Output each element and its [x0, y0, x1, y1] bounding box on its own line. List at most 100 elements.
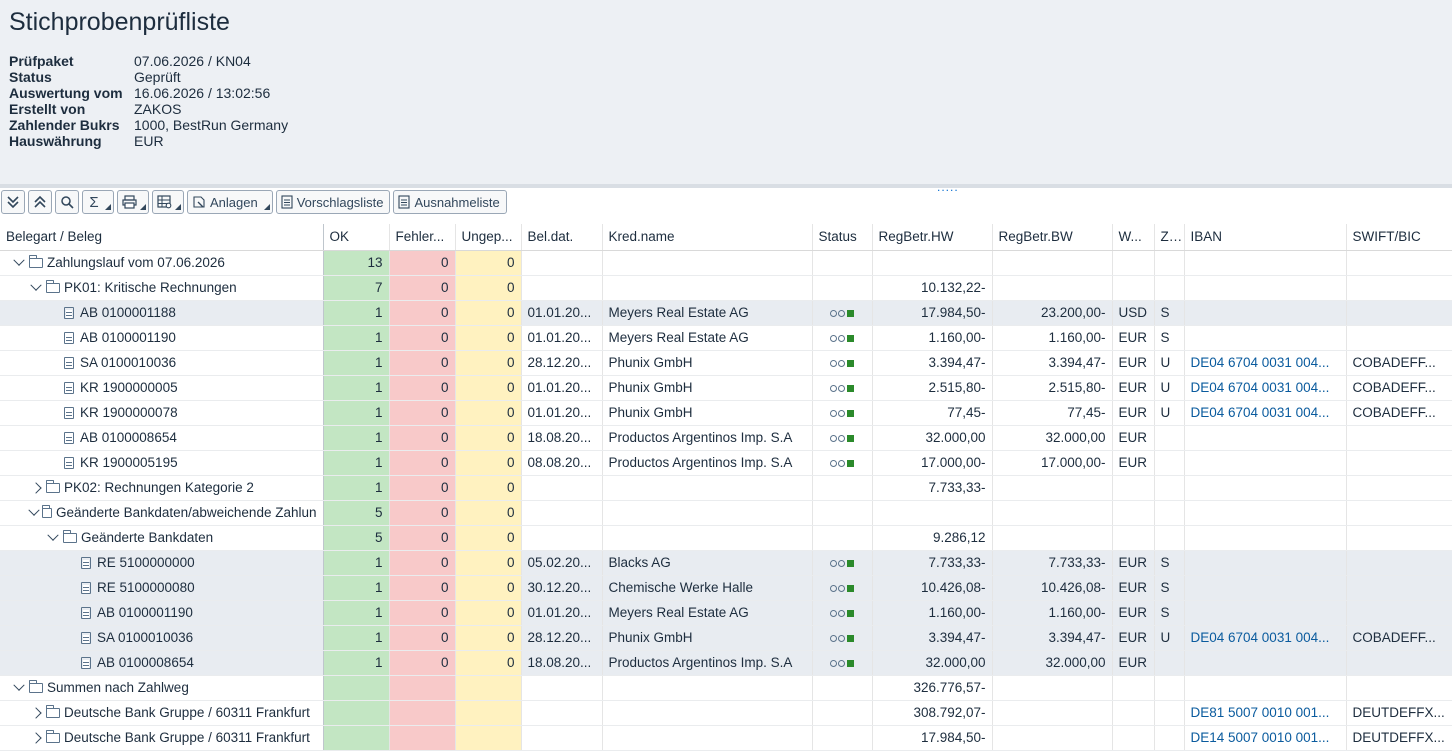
cell-swift[interactable]: [1346, 475, 1452, 501]
cell-fehler[interactable]: 0: [389, 525, 456, 551]
cell-status[interactable]: [812, 600, 873, 626]
cell-beldat[interactable]: [521, 275, 603, 301]
cell-iban[interactable]: [1184, 525, 1347, 551]
cell-kredname[interactable]: Blacks AG: [602, 550, 813, 576]
cell-beldat[interactable]: 18.08.20...: [521, 425, 603, 451]
cell-ok[interactable]: 1: [323, 550, 390, 576]
cell-regbetr-bw[interactable]: [992, 500, 1113, 526]
cell-swift[interactable]: COBADEFF...: [1346, 400, 1452, 426]
expander-closed-icon[interactable]: [29, 706, 43, 720]
col-header-kredname[interactable]: Kred.name: [602, 224, 813, 251]
cell-regbetr-bw[interactable]: 17.000,00-: [992, 450, 1113, 476]
cell-kredname[interactable]: Chemische Werke Halle: [602, 575, 813, 601]
cell-kredname[interactable]: [602, 250, 813, 276]
cell-waehrung[interactable]: EUR: [1112, 400, 1155, 426]
cell-iban[interactable]: DE04 6704 0031 004...: [1184, 400, 1347, 426]
expander-open-icon[interactable]: [12, 256, 26, 270]
cell-fehler[interactable]: 0: [389, 400, 456, 426]
cell-regbetr-bw[interactable]: 1.160,00-: [992, 600, 1113, 626]
cell-iban[interactable]: DE04 6704 0031 004...: [1184, 375, 1347, 401]
table-row[interactable]: AB 0100001188 1 0 0 01.01.20... Meyers Real E…: [0, 300, 1452, 326]
cell-ok[interactable]: [323, 675, 390, 701]
iban-link[interactable]: DE04 6704 0031 004...: [1191, 405, 1330, 420]
cell-waehrung[interactable]: [1112, 475, 1155, 501]
table-row[interactable]: RE 5100000080 1 0 0 30.12.20... Chemische Wer…: [0, 575, 1452, 601]
cell-belegart[interactable]: AB 0100008654: [0, 650, 324, 676]
cell-regbetr-hw[interactable]: 3.394,47-: [872, 350, 993, 376]
cell-kredname[interactable]: Productos Argentinos Imp. S.A: [602, 650, 813, 676]
cell-status[interactable]: [812, 250, 873, 276]
cell-ok[interactable]: 1: [323, 650, 390, 676]
cell-ungeprueft[interactable]: 0: [455, 475, 522, 501]
cell-regbetr-hw[interactable]: 9.286,12: [872, 525, 993, 551]
col-header-regbetr-hw[interactable]: RegBetr.HW: [872, 224, 993, 251]
cell-fehler[interactable]: 0: [389, 300, 456, 326]
cell-regbetr-hw[interactable]: 7.733,33-: [872, 475, 993, 501]
expander-closed-icon[interactable]: [29, 481, 43, 495]
table-row[interactable]: AB 0100001190 1 0 0 01.01.20... Meyers Real E…: [0, 325, 1452, 351]
table-row[interactable]: Geänderte Bankdaten/abweichende Zahlun 5 0…: [0, 500, 1452, 526]
cell-swift[interactable]: COBADEFF...: [1346, 350, 1452, 376]
cell-ok[interactable]: 1: [323, 575, 390, 601]
cell-belegart[interactable]: AB 0100001188: [0, 300, 324, 326]
cell-kredname[interactable]: [602, 500, 813, 526]
cell-waehrung[interactable]: [1112, 500, 1155, 526]
cell-iban[interactable]: [1184, 600, 1347, 626]
cell-status[interactable]: [812, 700, 873, 726]
col-header-waehrung[interactable]: W...: [1112, 224, 1155, 251]
cell-zahlweg[interactable]: [1154, 250, 1185, 276]
cell-belegart[interactable]: Deutsche Bank Gruppe / 60311 Frankfurt: [0, 725, 324, 751]
col-header-status[interactable]: Status: [812, 224, 873, 251]
expander-open-icon[interactable]: [46, 531, 60, 545]
cell-regbetr-hw[interactable]: 2.515,80-: [872, 375, 993, 401]
cell-swift[interactable]: [1346, 525, 1452, 551]
cell-zahlweg[interactable]: [1154, 725, 1185, 751]
cell-zahlweg[interactable]: [1154, 525, 1185, 551]
cell-regbetr-bw[interactable]: 2.515,80-: [992, 375, 1113, 401]
col-header-beldat[interactable]: Bel.dat.: [521, 224, 603, 251]
cell-ungeprueft[interactable]: 0: [455, 525, 522, 551]
cell-iban[interactable]: [1184, 675, 1347, 701]
cell-swift[interactable]: [1346, 425, 1452, 451]
cell-iban[interactable]: [1184, 500, 1347, 526]
cell-belegart[interactable]: SA 0100010036: [0, 350, 324, 376]
cell-iban[interactable]: [1184, 550, 1347, 576]
cell-iban[interactable]: [1184, 300, 1347, 326]
cell-waehrung[interactable]: [1112, 250, 1155, 276]
cell-fehler[interactable]: 0: [389, 375, 456, 401]
cell-swift[interactable]: DEUTDEFFX...: [1346, 725, 1452, 751]
cell-regbetr-hw[interactable]: 1.160,00-: [872, 325, 993, 351]
cell-status[interactable]: [812, 300, 873, 326]
cell-zahlweg[interactable]: U: [1154, 350, 1185, 376]
table-row[interactable]: SA 0100010036 1 0 0 28.12.20... Phunix GmbH 3.…: [0, 625, 1452, 651]
cell-regbetr-bw[interactable]: 32.000,00: [992, 650, 1113, 676]
cell-ok[interactable]: 7: [323, 275, 390, 301]
sum-button[interactable]: Σ: [82, 190, 114, 214]
table-row[interactable]: PK01: Kritische Rechnungen 7 0 0 10.132,22-: [0, 275, 1452, 301]
cell-zahlweg[interactable]: S: [1154, 300, 1185, 326]
cell-status[interactable]: [812, 575, 873, 601]
cell-regbetr-bw[interactable]: [992, 475, 1113, 501]
cell-waehrung[interactable]: EUR: [1112, 375, 1155, 401]
iban-link[interactable]: DE14 5007 0010 001...: [1191, 730, 1330, 745]
cell-beldat[interactable]: [521, 675, 603, 701]
cell-status[interactable]: [812, 725, 873, 751]
cell-swift[interactable]: [1346, 450, 1452, 476]
cell-status[interactable]: [812, 625, 873, 651]
cell-fehler[interactable]: 0: [389, 600, 456, 626]
cell-kredname[interactable]: [602, 475, 813, 501]
cell-ungeprueft[interactable]: [455, 675, 522, 701]
cell-regbetr-bw[interactable]: 3.394,47-: [992, 350, 1113, 376]
cell-belegart[interactable]: AB 0100008654: [0, 425, 324, 451]
cell-iban[interactable]: [1184, 250, 1347, 276]
cell-beldat[interactable]: 30.12.20...: [521, 575, 603, 601]
cell-waehrung[interactable]: [1112, 700, 1155, 726]
cell-regbetr-hw[interactable]: 32.000,00: [872, 650, 993, 676]
cell-beldat[interactable]: 28.12.20...: [521, 350, 603, 376]
cell-zahlweg[interactable]: [1154, 275, 1185, 301]
cell-regbetr-hw[interactable]: 1.160,00-: [872, 600, 993, 626]
cell-regbetr-hw[interactable]: [872, 250, 993, 276]
col-header-ok[interactable]: OK: [323, 224, 390, 251]
cell-zahlweg[interactable]: U: [1154, 375, 1185, 401]
cell-zahlweg[interactable]: [1154, 675, 1185, 701]
